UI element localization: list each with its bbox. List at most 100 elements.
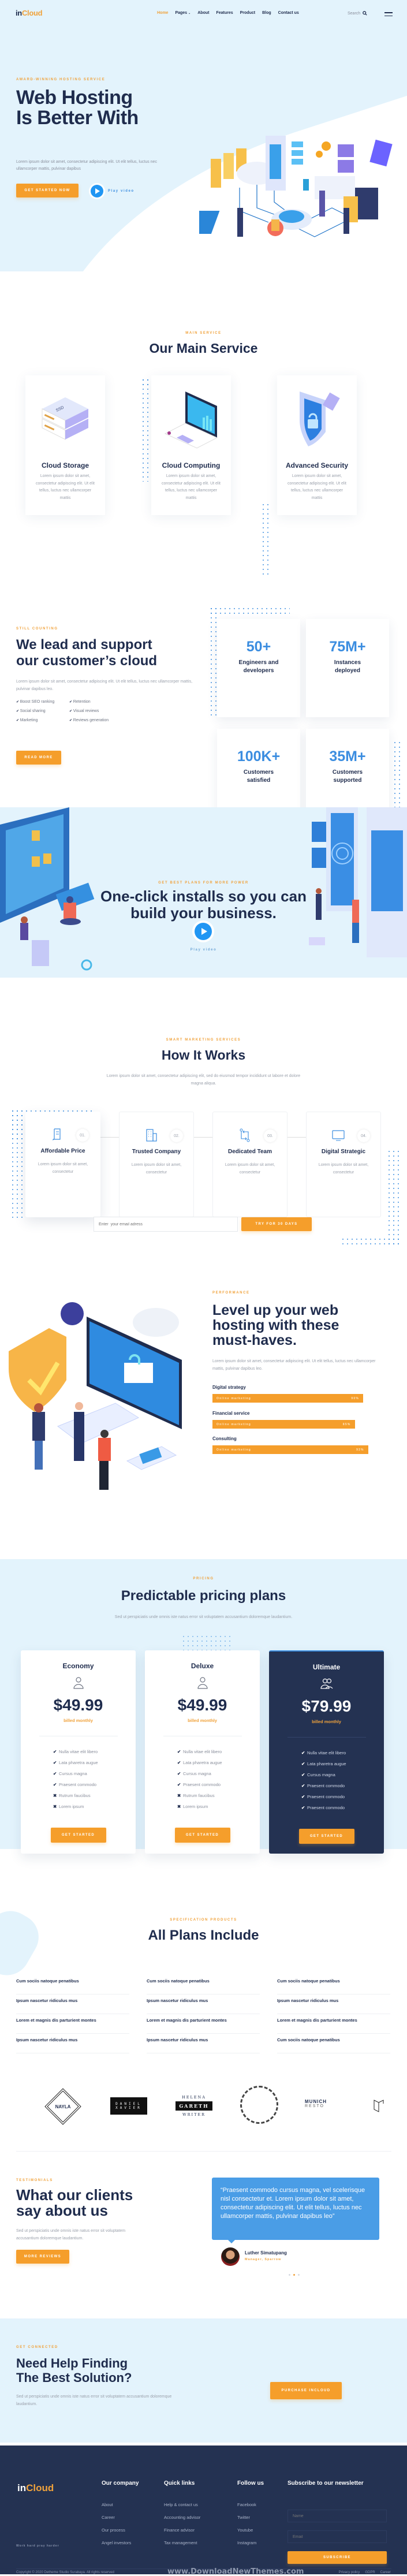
nav-features[interactable]: Features — [216, 11, 233, 15]
performance-eyebrow: Performance — [212, 1291, 250, 1295]
ssd-storage-icon: SSD — [42, 397, 88, 440]
include-item: Ipsum nascetur ridiculus mus — [16, 1995, 129, 2014]
career-link[interactable]: Career — [380, 2571, 391, 2574]
testimonials-eyebrow: Testimonials — [16, 2179, 53, 2182]
video-eyebrow: Get best plans for more power — [158, 881, 249, 885]
how-it-works-section: Smart marketing services How It Works Lo… — [0, 1028, 407, 1247]
cross-icon: ✖ — [53, 1793, 57, 1798]
logo-helena-gareth[interactable]: HELENA GARETH WRITER — [176, 2092, 212, 2120]
plan-feature: ✔ Cursus magna — [177, 1771, 211, 1776]
footer-link[interactable]: Our process — [102, 2527, 139, 2533]
plan-billing: billed monthly — [312, 1719, 341, 1724]
site-logo[interactable]: inCloud — [16, 9, 43, 17]
footer-column-quick-links: Quick links Help & contact us Accounting… — [164, 2480, 201, 2545]
plan-billing: billed monthly — [188, 1718, 217, 1723]
video-section: Get best plans for more power One-click … — [0, 807, 407, 978]
service-title: Cloud Computing — [162, 461, 221, 469]
counting-section: Still counting We lead and support our cu… — [0, 589, 407, 830]
step-title: Dedicated Team — [228, 1149, 272, 1155]
footer-link[interactable]: Help & contact us — [164, 2502, 200, 2507]
avatar — [221, 2247, 240, 2266]
service-card-cloud-storage[interactable]: SSD Cloud Storage Lorem ipsum dolor sit … — [25, 375, 105, 515]
feature-item: Social sharing — [16, 709, 69, 713]
plan-feature: ✖ Rutrum faucibus — [177, 1793, 215, 1798]
read-more-button[interactable]: Read more — [16, 751, 61, 765]
logo-daniel-xavier[interactable]: DANIEL XAVIER — [110, 2097, 147, 2115]
progress-consulting: Consulting Online marketing 93% — [212, 1436, 380, 1454]
nav-home[interactable]: Home — [157, 11, 168, 15]
plan-feature: ✔ Nulla vitae elit libero — [301, 1750, 346, 1755]
purchase-button[interactable]: Purchase incloud — [270, 2382, 342, 2399]
step-number: 02. — [170, 1129, 183, 1142]
logo-nayla[interactable]: NAYLA — [44, 2087, 82, 2126]
plan-features: ✔ Nulla vitae elit libero ✔ Lata pharetra … — [301, 1750, 384, 1816]
dots-decoration — [387, 1149, 399, 1247]
nav-contact[interactable]: Contact us — [278, 11, 299, 15]
nav-pages[interactable]: Pages ⌄ — [175, 11, 191, 15]
get-started-button[interactable]: Get started now — [16, 184, 79, 197]
footer-link[interactable]: Twitter — [237, 2515, 264, 2520]
newsletter-name-input[interactable] — [287, 2510, 387, 2522]
hero-title: Web Hosting Is Better With — [16, 87, 139, 129]
menu-hamburger-icon[interactable] — [384, 12, 393, 18]
carousel-dot-active[interactable] — [293, 2274, 295, 2276]
footer-link[interactable]: Accounting advisor — [164, 2515, 200, 2520]
email-input[interactable] — [94, 1217, 238, 1232]
privacy-link[interactable]: Privacy policy — [339, 2571, 360, 2574]
plan-feature: ✔ Praesent commodo — [301, 1805, 345, 1810]
get-started-economy-button[interactable]: Get started — [50, 1828, 106, 1843]
get-started-ultimate-button[interactable]: Get started — [298, 1829, 354, 1844]
cta-description: Sed ut perspiciatis unde omnis iste natu… — [16, 2395, 172, 2406]
divider — [16, 2151, 391, 2152]
subscribe-button[interactable]: Subscribe — [287, 2551, 387, 2564]
logo-circle-badge[interactable] — [240, 2086, 278, 2124]
footer-link[interactable]: Angel investors — [102, 2540, 139, 2545]
progress-bar: Online marketing 90% — [212, 1394, 363, 1403]
carousel-dot[interactable] — [298, 2274, 300, 2276]
newsletter-email-input[interactable] — [287, 2530, 387, 2543]
plan-feature: ✔ Praesent commodo — [177, 1782, 221, 1787]
logo-munich-resto[interactable]: MUNICH RESTO — [305, 2099, 327, 2108]
nav-product[interactable]: Product — [240, 11, 255, 15]
dots-decoration — [10, 1109, 23, 1218]
step-card: 04. Digital Strategic Lorem ipsum dolor … — [306, 1112, 381, 1217]
footer-link[interactable]: Instagram — [237, 2540, 264, 2545]
plan-feature: ✖ Lorem ipsum — [177, 1804, 208, 1809]
check-icon: ✔ — [301, 1805, 305, 1810]
plan-card-deluxe: Deluxe $49.99 billed monthly ✔ Nulla vita… — [145, 1650, 260, 1854]
check-icon: ✔ — [53, 1771, 57, 1776]
try-30-days-button[interactable]: Try for 30 days — [241, 1217, 312, 1231]
logo-cube[interactable] — [371, 2096, 387, 2116]
check-icon: ✔ — [177, 1771, 181, 1776]
step-text: Lorem ipsum dolor sit amet, consectetur — [318, 1163, 369, 1175]
carousel-dot[interactable] — [289, 2274, 290, 2276]
gdpr-link[interactable]: GDPR — [365, 2571, 375, 2574]
plan-card-economy: Economy $49.99 billed monthly ✔ Nulla vit… — [21, 1650, 136, 1854]
service-card-advanced-security[interactable]: Advanced Security Lorem ipsum dolor sit … — [277, 375, 357, 515]
play-video-label[interactable]: Play video — [0, 948, 407, 952]
play-video-button[interactable] — [195, 923, 212, 940]
counting-eyebrow: Still counting — [16, 627, 58, 631]
footer-link[interactable]: Youtube — [237, 2527, 264, 2533]
how-title: How It Works — [161, 1047, 246, 1063]
search-button[interactable]: Search — [348, 11, 367, 16]
play-video-button[interactable]: Play video — [91, 185, 135, 197]
nav-blog[interactable]: Blog — [262, 11, 271, 15]
service-card-cloud-computing[interactable]: Cloud Computing Lorem ipsum dolor sit am… — [151, 375, 231, 515]
footer-logo[interactable]: inCloud — [17, 2482, 54, 2494]
footer-link[interactable]: Finance advisor — [164, 2527, 200, 2533]
testimonial-role: Manager, Sparrow — [245, 2258, 282, 2261]
get-started-deluxe-button[interactable]: Get started — [174, 1828, 230, 1843]
footer-column-follow: Follow us Facebook Twitter Youtube Insta… — [237, 2480, 264, 2545]
footer-link[interactable]: Tax management — [164, 2540, 200, 2545]
feature-item: Reviews generation — [69, 718, 139, 722]
more-reviews-button[interactable]: More reviews — [16, 2250, 69, 2264]
pricing-section: Pricing Predictable pricing plans Sed ut… — [0, 1559, 407, 1854]
footer-link[interactable]: Facebook — [237, 2502, 264, 2507]
footer-link[interactable]: Career — [102, 2515, 139, 2520]
site-footer: inCloud Work hard pray harder Our compan… — [0, 2445, 407, 2576]
plan-feature: ✔ Cursus magna — [53, 1771, 87, 1776]
hero-isometric-illustration — [199, 136, 393, 237]
nav-about[interactable]: About — [197, 11, 209, 15]
footer-link[interactable]: About — [102, 2502, 139, 2507]
